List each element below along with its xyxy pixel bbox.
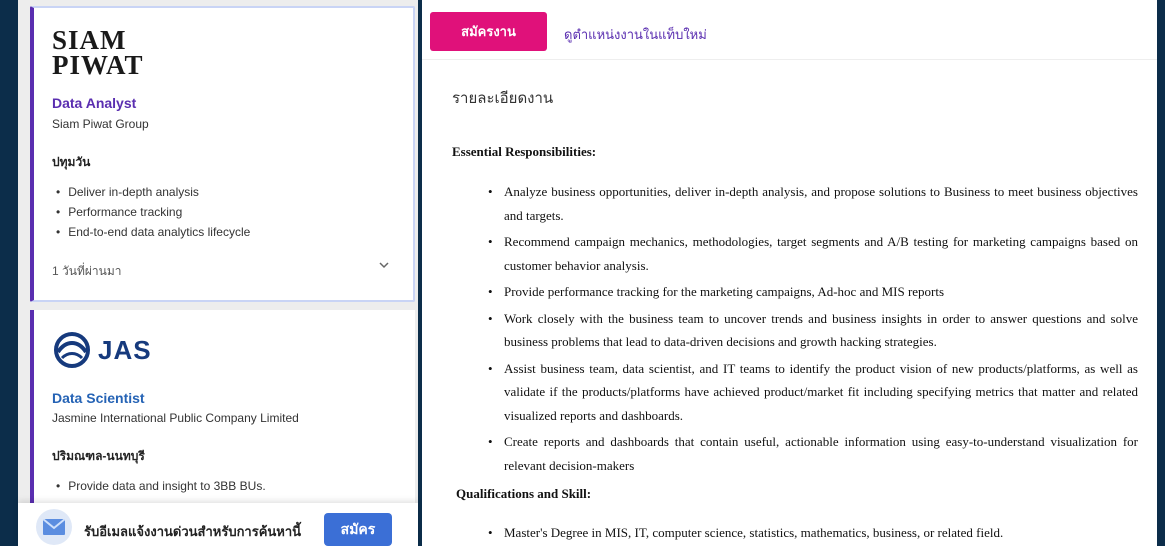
job-detail-panel: สมัครงาน ดูตำแหน่งงานในแท็บใหม่ รายละเอี…: [422, 0, 1157, 546]
list-item: Create reports and dashboards that conta…: [488, 430, 1138, 477]
job-location: ปทุมวัน: [52, 155, 91, 169]
job-title[interactable]: Data Analyst: [52, 95, 136, 111]
list-item: Recommend campaign mechanics, methodolog…: [488, 230, 1138, 277]
company-logo: JAS: [52, 330, 152, 370]
subscribe-button[interactable]: สมัคร: [324, 513, 392, 546]
mail-icon: [36, 509, 72, 545]
company-name: Siam Piwat Group: [52, 117, 149, 131]
job-alert-text: รับอีเมลแจ้งงานด่วนสำหรับการค้นหานี้: [84, 524, 302, 539]
detail-toolbar: สมัครงาน ดูตำแหน่งงานในแท็บใหม่: [422, 0, 1157, 60]
posted-time: 1 วันที่ผ่านมา: [52, 264, 122, 278]
highlight-item: Performance tracking: [56, 202, 250, 222]
responsibilities-heading: Essential Responsibilities:: [452, 144, 597, 159]
list-item: Provide performance tracking for the mar…: [488, 280, 1138, 304]
open-in-new-tab-link[interactable]: ดูตำแหน่งงานในแท็บใหม่: [564, 24, 707, 45]
highlight-item: Provide data and insight to 3BB BUs.: [56, 476, 265, 496]
highlight-item: Deliver in-depth analysis: [56, 182, 250, 202]
job-alert-bar: รับอีเมลแจ้งงานด่วนสำหรับการค้นหานี้ สมั…: [18, 503, 418, 546]
apply-button[interactable]: สมัครงาน: [430, 12, 547, 51]
qualifications-list: Master's Degree in MIS, IT, computer sci…: [488, 521, 1138, 544]
job-title[interactable]: Data Scientist: [52, 390, 145, 406]
job-highlights: Deliver in-depth analysis Performance tr…: [56, 182, 250, 242]
company-logo: SIAM PIWAT: [52, 27, 144, 80]
responsibilities-list: Analyze business opportunities, deliver …: [488, 180, 1138, 480]
qualifications-heading: Qualifications and Skill:: [456, 486, 592, 501]
logo-text: JAS: [98, 334, 152, 365]
highlight-item: End-to-end data analytics lifecycle: [56, 222, 250, 242]
chevron-down-icon[interactable]: [377, 258, 391, 272]
job-highlights: Provide data and insight to 3BB BUs.: [56, 476, 265, 496]
job-location: ปริมณฑล-นนทบุรี: [52, 449, 145, 463]
list-item: Work closely with the business team to u…: [488, 307, 1138, 354]
logo-line-2: PIWAT: [52, 50, 144, 80]
job-card-data-analyst[interactable]: SIAM PIWAT Data Analyst Siam Piwat Group…: [30, 6, 415, 302]
company-name: Jasmine International Public Company Lim…: [52, 411, 299, 425]
list-item: Master's Degree in MIS, IT, computer sci…: [488, 521, 1138, 544]
job-list-panel: SIAM PIWAT Data Analyst Siam Piwat Group…: [18, 0, 418, 546]
job-description-title: รายละเอียดงาน: [452, 90, 554, 107]
list-item: Assist business team, data scientist, an…: [488, 357, 1138, 428]
list-item: Analyze business opportunities, deliver …: [488, 180, 1138, 227]
scrollbar[interactable]: [1157, 0, 1165, 546]
jas-logo-icon: [54, 332, 90, 368]
